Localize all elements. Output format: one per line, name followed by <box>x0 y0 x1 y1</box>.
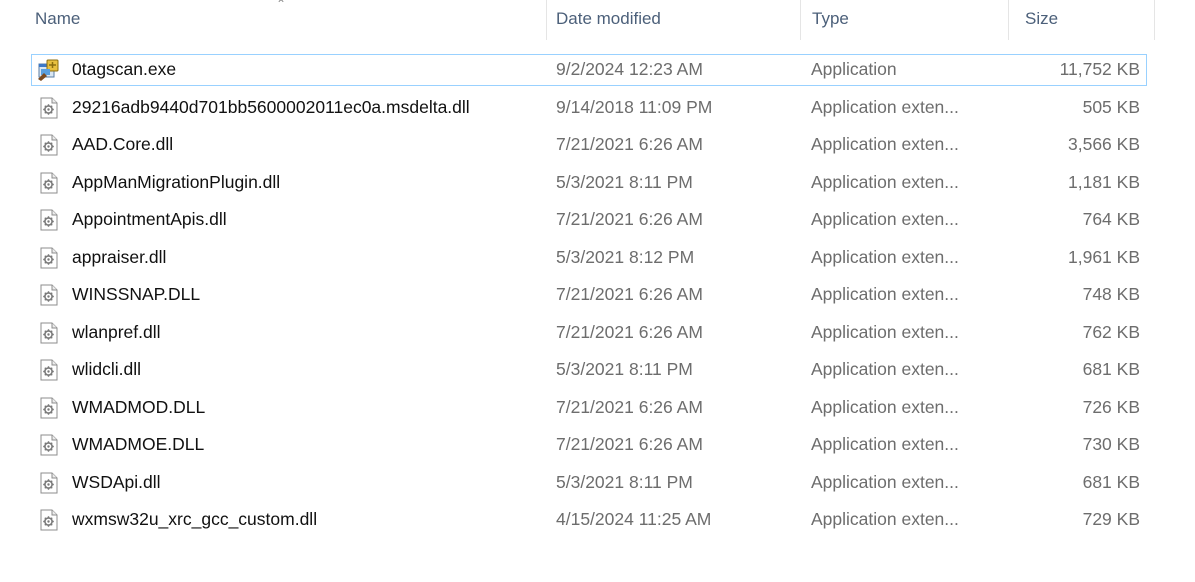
file-type: Application exten... <box>811 246 959 267</box>
file-row[interactable]: 29216adb9440d701bb5600002011ec0a.msdelta… <box>0 89 1195 127</box>
file-name: appraiser.dll <box>72 246 167 267</box>
file-name: WSDApi.dll <box>72 471 161 492</box>
dll-file-icon <box>38 397 60 419</box>
file-row[interactable]: WSDApi.dll 5/3/2021 8:11 PM Application … <box>0 464 1195 502</box>
file-size: 681 KB <box>1082 471 1140 492</box>
file-row[interactable]: wlidcli.dll 5/3/2021 8:11 PM Application… <box>0 351 1195 389</box>
file-date-modified: 7/21/2021 6:26 AM <box>556 396 703 417</box>
file-type: Application exten... <box>811 509 959 529</box>
file-row[interactable]: AAD.Core.dll 7/21/2021 6:26 AM Applicati… <box>0 126 1195 164</box>
dll-file-icon <box>38 509 60 531</box>
column-header-date-modified[interactable]: Date modified <box>548 0 801 40</box>
file-row[interactable]: appraiser.dll 5/3/2021 8:12 PM Applicati… <box>0 239 1195 277</box>
file-row[interactable]: 0tagscan.exe 9/2/2024 12:23 AM Applicati… <box>0 51 1195 89</box>
file-name: AppManMigrationPlugin.dll <box>72 171 281 192</box>
dll-file-icon <box>38 472 60 494</box>
file-type: Application exten... <box>811 396 959 417</box>
file-size: 3,566 KB <box>1068 134 1140 154</box>
file-date-modified: 5/3/2021 8:11 PM <box>556 471 693 492</box>
dll-file-icon <box>38 284 60 306</box>
file-row[interactable]: WMADMOD.DLL 7/21/2021 6:26 AM Applicatio… <box>0 389 1195 427</box>
file-date-modified: 7/21/2021 6:26 AM <box>556 134 703 154</box>
file-name: WMADMOD.DLL <box>72 396 206 417</box>
file-date-modified: 7/21/2021 6:26 AM <box>556 209 703 229</box>
file-date-modified: 5/3/2021 8:11 PM <box>556 171 693 192</box>
file-type: Application exten... <box>811 284 959 304</box>
column-header-name[interactable]: Name <box>27 0 547 40</box>
file-size: 748 KB <box>1082 284 1140 304</box>
file-type: Application exten... <box>811 209 959 229</box>
dll-file-icon <box>38 434 60 456</box>
file-size: 764 KB <box>1082 209 1140 229</box>
file-type: Application exten... <box>811 359 959 379</box>
file-name: AppointmentApis.dll <box>72 209 227 229</box>
dll-file-icon <box>38 359 60 381</box>
dll-file-icon <box>38 322 60 344</box>
file-size: 730 KB <box>1082 434 1140 454</box>
file-name: WMADMOE.DLL <box>72 434 205 454</box>
file-type: Application exten... <box>811 471 959 492</box>
file-date-modified: 7/21/2021 6:26 AM <box>556 434 703 454</box>
file-type: Application exten... <box>811 134 959 154</box>
file-date-modified: 7/21/2021 6:26 AM <box>556 284 703 304</box>
file-row[interactable]: wxmsw32u_xrc_gcc_custom.dll 4/15/2024 11… <box>0 501 1195 539</box>
file-name: 0tagscan.exe <box>72 59 177 79</box>
file-size: 1,961 KB <box>1068 246 1140 267</box>
file-name: AAD.Core.dll <box>72 134 174 154</box>
dll-file-icon <box>38 247 60 269</box>
file-size: 726 KB <box>1082 396 1140 417</box>
file-size: 729 KB <box>1082 509 1140 529</box>
dll-file-icon <box>38 172 60 194</box>
file-list: 0tagscan.exe 9/2/2024 12:23 AM Applicati… <box>0 51 1195 539</box>
file-size: 681 KB <box>1082 359 1140 379</box>
file-size: 11,752 KB <box>1059 59 1140 79</box>
file-row[interactable]: WINSSNAP.DLL 7/21/2021 6:26 AM Applicati… <box>0 276 1195 314</box>
file-name: 29216adb9440d701bb5600002011ec0a.msdelta… <box>72 96 470 117</box>
column-header-type[interactable]: Type <box>804 0 1009 40</box>
file-row[interactable]: WMADMOE.DLL 7/21/2021 6:26 AM Applicatio… <box>0 426 1195 464</box>
file-name: wlidcli.dll <box>72 359 142 379</box>
dll-file-icon <box>38 97 60 119</box>
file-name: WINSSNAP.DLL <box>72 284 201 304</box>
column-header-size[interactable]: Size <box>1017 0 1155 40</box>
file-date-modified: 9/2/2024 12:23 AM <box>556 59 703 79</box>
file-date-modified: 5/3/2021 8:11 PM <box>556 359 693 379</box>
file-type: Application exten... <box>811 434 959 454</box>
application-exe-icon <box>38 59 60 81</box>
file-size: 1,181 KB <box>1068 171 1140 192</box>
file-type: Application exten... <box>811 321 959 342</box>
column-header-bar: ⌃ Name Date modified Type Size <box>0 0 1195 40</box>
file-type: Application exten... <box>811 171 959 192</box>
file-size: 505 KB <box>1082 96 1140 117</box>
file-date-modified: 5/3/2021 8:12 PM <box>556 246 695 267</box>
dll-file-icon <box>38 209 60 231</box>
file-name: wxmsw32u_xrc_gcc_custom.dll <box>72 509 318 529</box>
file-row[interactable]: AppointmentApis.dll 7/21/2021 6:26 AM Ap… <box>0 201 1195 239</box>
file-size: 762 KB <box>1082 321 1140 342</box>
file-explorer-details-view: ⌃ Name Date modified Type Size 0tagscan.… <box>0 0 1195 582</box>
dll-file-icon <box>38 134 60 156</box>
file-name: wlanpref.dll <box>72 321 161 342</box>
file-date-modified: 9/14/2018 11:09 PM <box>556 96 713 117</box>
file-type: Application exten... <box>811 96 959 117</box>
file-row[interactable]: wlanpref.dll 7/21/2021 6:26 AM Applicati… <box>0 314 1195 352</box>
file-date-modified: 4/15/2024 11:25 AM <box>556 509 712 529</box>
file-type: Application <box>811 59 897 79</box>
file-row[interactable]: AppManMigrationPlugin.dll 5/3/2021 8:11 … <box>0 164 1195 202</box>
file-date-modified: 7/21/2021 6:26 AM <box>556 321 703 342</box>
